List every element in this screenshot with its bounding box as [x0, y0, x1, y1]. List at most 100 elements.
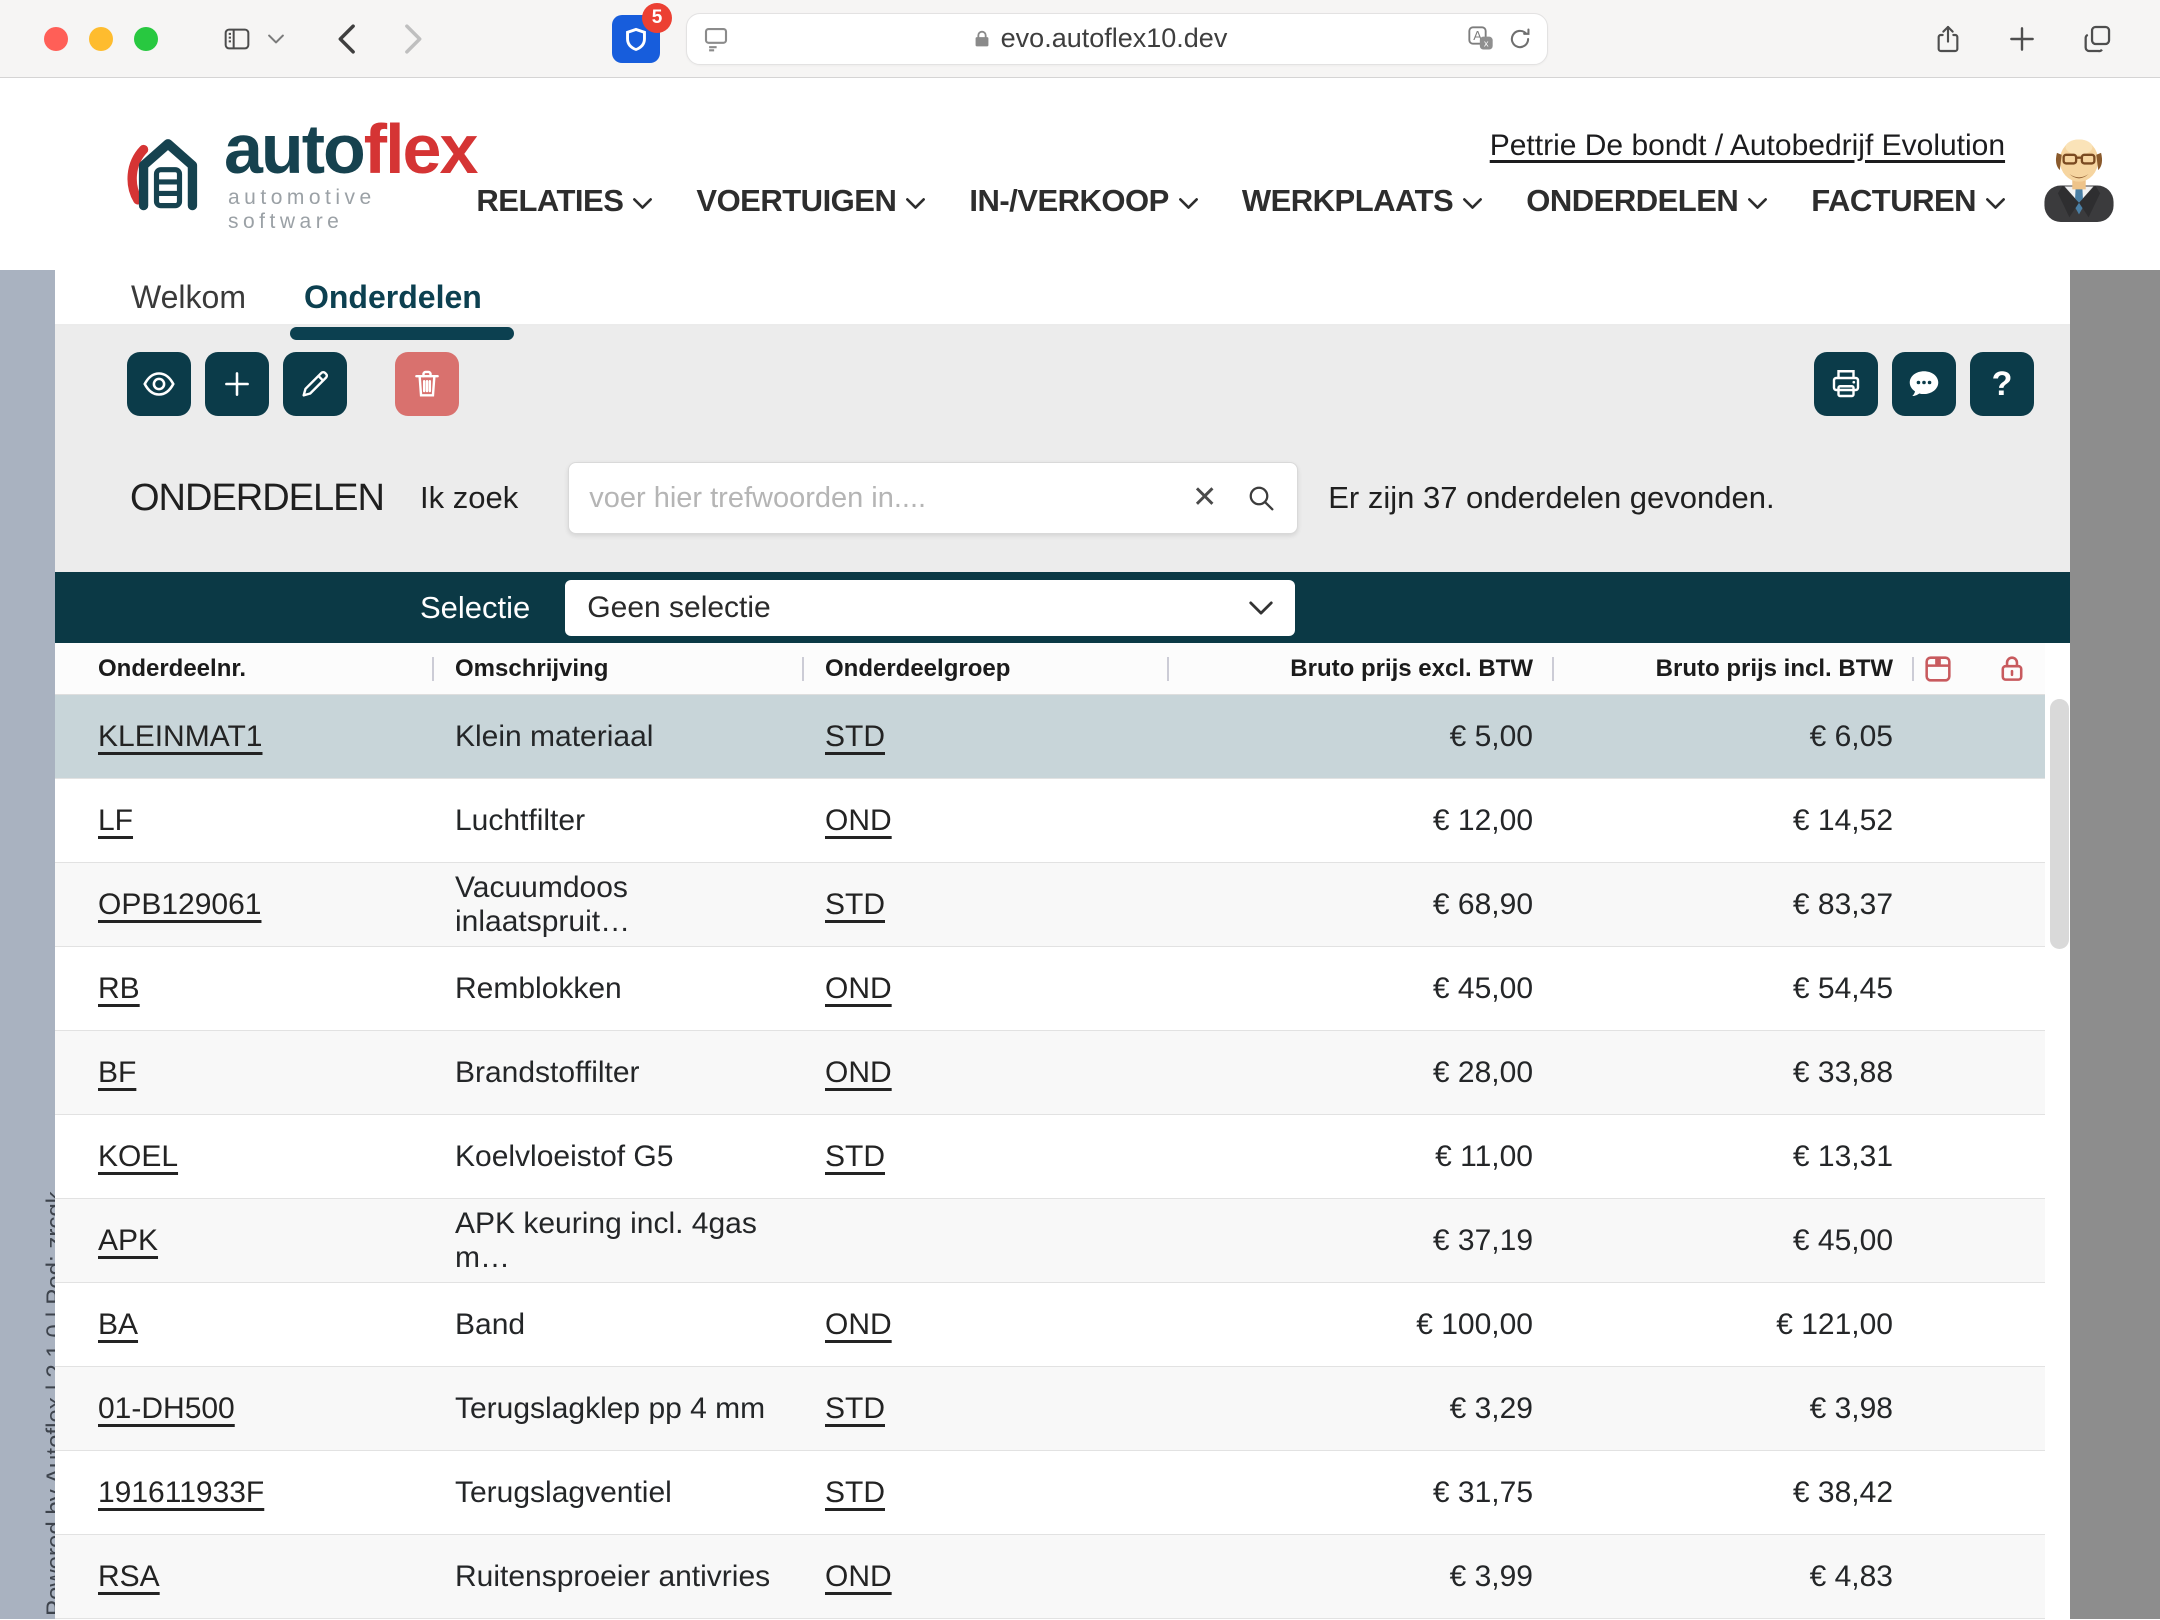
part-number-link[interactable]: RSA	[98, 1560, 160, 1593]
chevron-down-icon	[1463, 198, 1482, 209]
price-incl-btw: € 13,31	[1553, 1140, 1913, 1174]
nav-werkplaats[interactable]: WERKPLAATS	[1242, 183, 1482, 219]
search-icon[interactable]	[1245, 482, 1277, 514]
table-body: KLEINMAT1 Klein materiaal STD € 5,00 € 6…	[55, 695, 2070, 1619]
close-window-button[interactable]	[44, 27, 68, 51]
part-number-link[interactable]: RB	[98, 972, 140, 1005]
selection-dropdown[interactable]: Geen selectie	[565, 580, 1295, 636]
autoflex-logo[interactable]: autoflex automotive software	[122, 114, 476, 234]
part-group-link[interactable]: STD	[825, 1476, 885, 1509]
nav-relaties[interactable]: RELATIES	[476, 183, 652, 219]
part-number-link[interactable]: 01-DH500	[98, 1392, 235, 1425]
avatar[interactable]	[2031, 125, 2127, 223]
price-excl-btw: € 45,00	[1168, 972, 1553, 1006]
new-tab-icon[interactable]	[2006, 23, 2038, 55]
bitwarden-extension-icon[interactable]: 5	[612, 15, 660, 63]
nav-onderdelen[interactable]: ONDERDELEN	[1526, 183, 1767, 219]
chat-button[interactable]	[1892, 352, 1956, 416]
part-number-link[interactable]: OPB129061	[98, 888, 261, 921]
table-row[interactable]: RSA Ruitensproeier antivries OND € 3,99 …	[55, 1535, 2045, 1619]
price-excl-btw: € 3,99	[1168, 1560, 1553, 1594]
tab-welkom[interactable]: Welkom	[131, 279, 246, 316]
price-incl-btw: € 121,00	[1553, 1308, 1913, 1342]
selection-band: Selectie Geen selectie	[55, 572, 2070, 643]
delete-button[interactable]	[395, 352, 459, 416]
price-excl-btw: € 28,00	[1168, 1056, 1553, 1090]
browser-chrome: 5 evo.autoflex10.dev Ax	[0, 0, 2160, 78]
table-row[interactable]: BF Brandstoffilter OND € 28,00 € 33,88	[55, 1031, 2045, 1115]
zoom-window-button[interactable]	[134, 27, 158, 51]
part-number-link[interactable]: BF	[98, 1056, 136, 1089]
table-row[interactable]: 191611933F Terugslagventiel STD € 31,75 …	[55, 1451, 2045, 1535]
tab-onderdelen[interactable]: Onderdelen	[304, 279, 482, 316]
part-description: Luchtfilter	[433, 804, 803, 838]
translate-icon[interactable]: Ax	[1467, 25, 1495, 53]
price-excl-btw: € 100,00	[1168, 1308, 1553, 1342]
part-description: Band	[433, 1308, 803, 1342]
app-header: autoflex automotive software Pettrie De …	[0, 78, 2160, 270]
chevron-down-icon	[1249, 601, 1273, 615]
scrollbar-thumb[interactable]	[2050, 699, 2069, 949]
search-label: Ik zoek	[420, 480, 518, 516]
table-row[interactable]: KLEINMAT1 Klein materiaal STD € 5,00 € 6…	[55, 695, 2045, 779]
part-group-link[interactable]: OND	[825, 1056, 892, 1089]
selection-value: Geen selectie	[587, 591, 770, 625]
nav-in-verkoop[interactable]: IN-/VERKOOP	[969, 183, 1197, 219]
nav-facturen[interactable]: FACTUREN	[1811, 183, 2005, 219]
reload-icon[interactable]	[1507, 26, 1533, 52]
share-icon[interactable]	[1932, 21, 1964, 57]
part-group-link[interactable]: STD	[825, 1140, 885, 1173]
part-number-link[interactable]: APK	[98, 1224, 158, 1257]
part-group-link[interactable]: STD	[825, 720, 885, 753]
reader-icon[interactable]	[701, 23, 731, 55]
lock-column-icon[interactable]	[1995, 652, 2029, 686]
help-button[interactable]: ?	[1970, 352, 2034, 416]
table-row[interactable]: BA Band OND € 100,00 € 121,00	[55, 1283, 2045, 1367]
clear-search-icon[interactable]: ✕	[1192, 483, 1217, 513]
minimize-window-button[interactable]	[89, 27, 113, 51]
address-bar[interactable]: evo.autoflex10.dev Ax	[686, 13, 1548, 65]
part-number-link[interactable]: LF	[98, 804, 133, 837]
add-button[interactable]	[205, 352, 269, 416]
part-group-link[interactable]: OND	[825, 1308, 892, 1341]
table-row[interactable]: LF Luchtfilter OND € 12,00 € 14,52	[55, 779, 2045, 863]
table-row[interactable]: APK APK keuring incl. 4gas m… € 37,19 € …	[55, 1199, 2045, 1283]
logo-tagline: automotive software	[228, 186, 476, 234]
save-icon[interactable]	[1921, 652, 1955, 686]
price-excl-btw: € 3,29	[1168, 1392, 1553, 1426]
table-row[interactable]: KOEL Koelvloeistof G5 STD € 11,00 € 13,3…	[55, 1115, 2045, 1199]
part-group-link[interactable]: OND	[825, 972, 892, 1005]
part-description: Terugslagklep pp 4 mm	[433, 1392, 803, 1426]
part-description: Koelvloeistof G5	[433, 1140, 803, 1174]
table-row[interactable]: RB Remblokken OND € 45,00 € 54,45	[55, 947, 2045, 1031]
price-incl-btw: € 38,42	[1553, 1476, 1913, 1510]
section-title: ONDERDELEN	[130, 477, 381, 520]
part-number-link[interactable]: BA	[98, 1308, 138, 1341]
tabs-overview-icon[interactable]	[2080, 22, 2114, 56]
table-row[interactable]: OPB129061 Vacuumdoos inlaatspruit… STD €…	[55, 863, 2045, 947]
part-group-link[interactable]: OND	[825, 804, 892, 837]
part-number-link[interactable]: 191611933F	[98, 1476, 264, 1509]
part-number-link[interactable]: KOEL	[98, 1140, 178, 1173]
part-description: APK keuring incl. 4gas m…	[433, 1207, 803, 1275]
part-group-link[interactable]: OND	[825, 1560, 892, 1593]
price-incl-btw: € 45,00	[1553, 1224, 1913, 1258]
price-incl-btw: € 14,52	[1553, 804, 1913, 838]
view-button[interactable]	[127, 352, 191, 416]
sidebar-toggle-icon[interactable]	[218, 23, 256, 55]
forward-icon[interactable]	[404, 23, 424, 55]
part-number-link[interactable]: KLEINMAT1	[98, 720, 263, 753]
nav-voertuigen[interactable]: VOERTUIGEN	[696, 183, 925, 219]
table-row[interactable]: 01-DH500 Terugslagklep pp 4 mm STD € 3,2…	[55, 1367, 2045, 1451]
price-incl-btw: € 54,45	[1553, 972, 1913, 1006]
print-button[interactable]	[1814, 352, 1878, 416]
search-input[interactable]	[589, 482, 1192, 515]
back-icon[interactable]	[336, 23, 356, 55]
edit-button[interactable]	[283, 352, 347, 416]
user-account-link[interactable]: Pettrie De bondt / Autobedrijf Evolution	[1490, 129, 2005, 163]
url-text: evo.autoflex10.dev	[1001, 23, 1228, 54]
sidebar-menu-chevron-icon[interactable]	[268, 34, 284, 44]
part-group-link[interactable]: STD	[825, 1392, 885, 1425]
price-excl-btw: € 31,75	[1168, 1476, 1553, 1510]
part-group-link[interactable]: STD	[825, 888, 885, 921]
